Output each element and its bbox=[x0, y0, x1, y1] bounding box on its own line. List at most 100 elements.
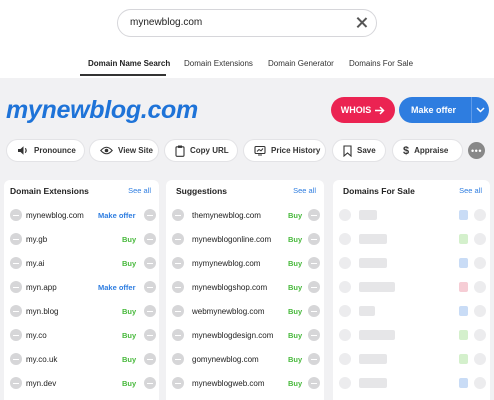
minus-icon[interactable] bbox=[172, 233, 184, 245]
domain-name[interactable]: myn.dev bbox=[26, 379, 56, 388]
domain-name[interactable]: myn.app bbox=[26, 283, 57, 292]
tab-domains-for-sale[interactable]: Domains For Sale bbox=[349, 59, 413, 68]
pronounce-button[interactable]: Pronounce bbox=[6, 139, 85, 162]
minus-icon[interactable] bbox=[308, 305, 320, 317]
see-all-link[interactable]: See all bbox=[459, 186, 482, 195]
minus-icon[interactable] bbox=[144, 257, 156, 269]
minus-icon[interactable] bbox=[144, 281, 156, 293]
clear-search-icon[interactable] bbox=[354, 15, 370, 31]
list-item[interactable]: myn.app Make offer bbox=[4, 276, 159, 300]
make-offer-link[interactable]: Make offer bbox=[98, 283, 136, 292]
domain-name[interactable]: mynewblog.com bbox=[26, 211, 84, 220]
buy-link[interactable]: Buy bbox=[288, 331, 302, 340]
minus-icon[interactable] bbox=[172, 305, 184, 317]
buy-link[interactable]: Buy bbox=[288, 259, 302, 268]
minus-icon[interactable] bbox=[10, 377, 22, 389]
tab-domain-generator[interactable]: Domain Generator bbox=[268, 59, 334, 68]
view-site-button[interactable]: View Site bbox=[89, 139, 159, 162]
minus-icon[interactable] bbox=[10, 281, 22, 293]
minus-icon[interactable] bbox=[172, 281, 184, 293]
make-offer-button[interactable]: Make offer bbox=[399, 97, 489, 123]
more-options-icon[interactable]: ••• bbox=[468, 142, 485, 159]
minus-icon[interactable] bbox=[308, 329, 320, 341]
see-all-link[interactable]: See all bbox=[293, 186, 316, 195]
domain-name[interactable]: myn.blog bbox=[26, 307, 58, 316]
buy-link[interactable]: Buy bbox=[122, 331, 136, 340]
list-item[interactable]: mynewblogonline.com Buy bbox=[166, 228, 324, 252]
minus-icon[interactable] bbox=[144, 353, 156, 365]
minus-icon[interactable] bbox=[10, 209, 22, 221]
minus-icon[interactable] bbox=[308, 209, 320, 221]
list-item[interactable]: myn.blog Buy bbox=[4, 300, 159, 324]
domain-name[interactable]: mynewblogweb.com bbox=[192, 379, 264, 388]
minus-icon[interactable] bbox=[308, 233, 320, 245]
save-button[interactable]: Save bbox=[332, 139, 386, 162]
list-item[interactable]: mynewblogdesign.com Buy bbox=[166, 324, 324, 348]
domain-name[interactable]: webmynewblog.com bbox=[192, 307, 264, 316]
whois-button[interactable]: WHOIS bbox=[331, 97, 395, 123]
minus-icon[interactable] bbox=[144, 233, 156, 245]
minus-icon[interactable] bbox=[10, 257, 22, 269]
buy-link[interactable]: Buy bbox=[122, 379, 136, 388]
domain-name[interactable]: mynewblogdesign.com bbox=[192, 331, 273, 340]
buy-link[interactable]: Buy bbox=[288, 355, 302, 364]
minus-icon[interactable] bbox=[308, 281, 320, 293]
buy-link[interactable]: Buy bbox=[122, 235, 136, 244]
buy-link[interactable]: Buy bbox=[122, 259, 136, 268]
buy-link[interactable]: Buy bbox=[288, 211, 302, 220]
buy-link[interactable]: Buy bbox=[288, 235, 302, 244]
domain-name[interactable]: mymynewblog.com bbox=[192, 259, 260, 268]
minus-icon[interactable] bbox=[144, 377, 156, 389]
minus-icon[interactable] bbox=[308, 353, 320, 365]
minus-icon[interactable] bbox=[144, 305, 156, 317]
domain-name[interactable]: my.co bbox=[26, 331, 47, 340]
list-item[interactable]: mynewblogshop.com Buy bbox=[166, 276, 324, 300]
minus-icon[interactable] bbox=[308, 377, 320, 389]
list-item[interactable]: my.co.uk Buy bbox=[4, 348, 159, 372]
tab-domain-extensions[interactable]: Domain Extensions bbox=[184, 59, 253, 68]
minus-icon[interactable] bbox=[144, 329, 156, 341]
list-item[interactable]: myn.dev Buy bbox=[4, 372, 159, 396]
copy-url-button[interactable]: Copy URL bbox=[164, 139, 238, 162]
list-item[interactable]: my.co Buy bbox=[4, 324, 159, 348]
minus-icon[interactable] bbox=[308, 257, 320, 269]
chevron-down-icon[interactable] bbox=[472, 107, 489, 113]
list-item[interactable]: mynewblog.com Make offer bbox=[4, 204, 159, 228]
domain-name[interactable]: my.ai bbox=[26, 259, 45, 268]
minus-icon[interactable] bbox=[172, 257, 184, 269]
domain-name[interactable]: themynewblog.com bbox=[192, 211, 261, 220]
list-item[interactable]: mymynewblog.com Buy bbox=[166, 252, 324, 276]
list-item[interactable]: my.gb Buy bbox=[4, 228, 159, 252]
minus-icon[interactable] bbox=[172, 377, 184, 389]
minus-icon[interactable] bbox=[172, 209, 184, 221]
list-item[interactable]: mynewblogweb.com Buy bbox=[166, 372, 324, 396]
buy-link[interactable]: Buy bbox=[288, 307, 302, 316]
appraise-button[interactable]: $ Appraise bbox=[392, 139, 463, 162]
list-item[interactable]: gomynewblog.com Buy bbox=[166, 348, 324, 372]
buy-link[interactable]: Buy bbox=[288, 283, 302, 292]
domain-name[interactable]: my.gb bbox=[26, 235, 47, 244]
minus-icon[interactable] bbox=[10, 353, 22, 365]
tab-domain-name-search[interactable]: Domain Name Search bbox=[88, 59, 170, 68]
buy-link[interactable]: Buy bbox=[122, 307, 136, 316]
domain-name[interactable]: my.co.uk bbox=[26, 355, 57, 364]
minus-icon[interactable] bbox=[144, 209, 156, 221]
list-item[interactable]: themynewblog.com Buy bbox=[166, 204, 324, 228]
domain-name[interactable]: mynewblogonline.com bbox=[192, 235, 271, 244]
see-all-link[interactable]: See all bbox=[128, 186, 151, 195]
domain-name[interactable]: gomynewblog.com bbox=[192, 355, 259, 364]
minus-icon[interactable] bbox=[172, 329, 184, 341]
minus-icon[interactable] bbox=[10, 233, 22, 245]
make-offer-link[interactable]: Make offer bbox=[98, 211, 136, 220]
search-input[interactable]: mynewblog.com bbox=[130, 17, 202, 28]
buy-link[interactable]: Buy bbox=[288, 379, 302, 388]
minus-icon[interactable] bbox=[10, 305, 22, 317]
buy-link[interactable]: Buy bbox=[122, 355, 136, 364]
search-box[interactable]: mynewblog.com bbox=[117, 9, 377, 37]
minus-icon[interactable] bbox=[10, 329, 22, 341]
minus-icon[interactable] bbox=[172, 353, 184, 365]
list-item[interactable]: my.ai Buy bbox=[4, 252, 159, 276]
price-history-button[interactable]: Price History bbox=[243, 139, 326, 162]
domain-name[interactable]: mynewblogshop.com bbox=[192, 283, 267, 292]
list-item[interactable]: webmynewblog.com Buy bbox=[166, 300, 324, 324]
